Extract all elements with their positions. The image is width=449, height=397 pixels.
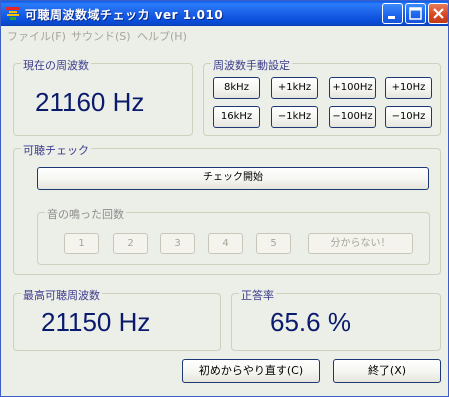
minus-10hz-button[interactable]: −10Hz: [385, 106, 432, 128]
minus-100hz-button[interactable]: −100Hz: [329, 106, 376, 128]
sound-count-label: 音の鳴った回数: [45, 206, 126, 222]
current-frequency-label: 現在の周波数: [21, 57, 91, 73]
plus-100hz-button[interactable]: +100Hz: [329, 77, 376, 99]
count-1-button[interactable]: 1: [64, 233, 99, 254]
dont-know-button[interactable]: 分からない！: [308, 233, 413, 254]
count-3-button[interactable]: 3: [160, 233, 195, 254]
current-frequency-value: 21160 Hz: [35, 87, 145, 117]
sound-count-group: 音の鳴った回数 1 2 3 4 5 分からない！: [37, 206, 430, 265]
exit-button[interactable]: 終了(X): [333, 359, 441, 383]
current-frequency-group: 現在の周波数 21160 Hz: [13, 57, 193, 136]
title-bar[interactable]: 可聴周波数域チェッカ ver 1.010: [1, 1, 448, 26]
maximize-button[interactable]: [405, 3, 426, 24]
restart-button[interactable]: 初めからやり直す(C): [182, 359, 320, 383]
close-button[interactable]: [428, 3, 448, 24]
window-title: 可聴周波数域チェッカ ver 1.010: [25, 8, 224, 22]
menu-bar: ファイル(F) サウンド(S) ヘルプ(H): [1, 26, 448, 43]
app-window: 可聴周波数域チェッカ ver 1.010 ファイル(F) サウンド(S) ヘルプ…: [0, 0, 449, 397]
menu-file[interactable]: ファイル(F): [7, 28, 66, 44]
audible-check-label: 可聴チェック: [21, 142, 91, 158]
manual-frequency-label: 周波数手動設定: [211, 57, 292, 73]
manual-frequency-group: 周波数手動設定 8kHz +1kHz +100Hz +10Hz 16kHz −1…: [203, 57, 441, 136]
start-check-button[interactable]: チェック開始: [37, 167, 429, 190]
count-5-button[interactable]: 5: [256, 233, 291, 254]
accuracy-value: 65.6 %: [270, 307, 351, 337]
count-4-button[interactable]: 4: [208, 233, 243, 254]
minimize-icon: [388, 16, 395, 19]
menu-help[interactable]: ヘルプ(H): [137, 28, 187, 44]
max-frequency-group: 最高可聴周波数 21150 Hz: [13, 287, 221, 351]
plus-1khz-button[interactable]: +1kHz: [271, 77, 318, 99]
accuracy-group: 正答率 65.6 %: [231, 287, 441, 351]
count-2-button[interactable]: 2: [113, 233, 148, 254]
max-frequency-value: 21150 Hz: [41, 307, 151, 337]
app-icon: [5, 5, 21, 21]
audible-check-group: 可聴チェック チェック開始 音の鳴った回数 1 2 3 4 5 分からない！: [13, 142, 441, 275]
minimize-button[interactable]: [382, 3, 403, 24]
accuracy-label: 正答率: [239, 287, 276, 303]
set-16khz-button[interactable]: 16kHz: [213, 106, 260, 128]
maximize-icon: [409, 7, 422, 20]
minus-1khz-button[interactable]: −1kHz: [271, 106, 318, 128]
plus-10hz-button[interactable]: +10Hz: [385, 77, 432, 99]
max-frequency-label: 最高可聴周波数: [21, 287, 102, 303]
menu-sound[interactable]: サウンド(S): [71, 28, 131, 44]
close-icon: [433, 8, 444, 19]
set-8khz-button[interactable]: 8kHz: [213, 77, 260, 99]
